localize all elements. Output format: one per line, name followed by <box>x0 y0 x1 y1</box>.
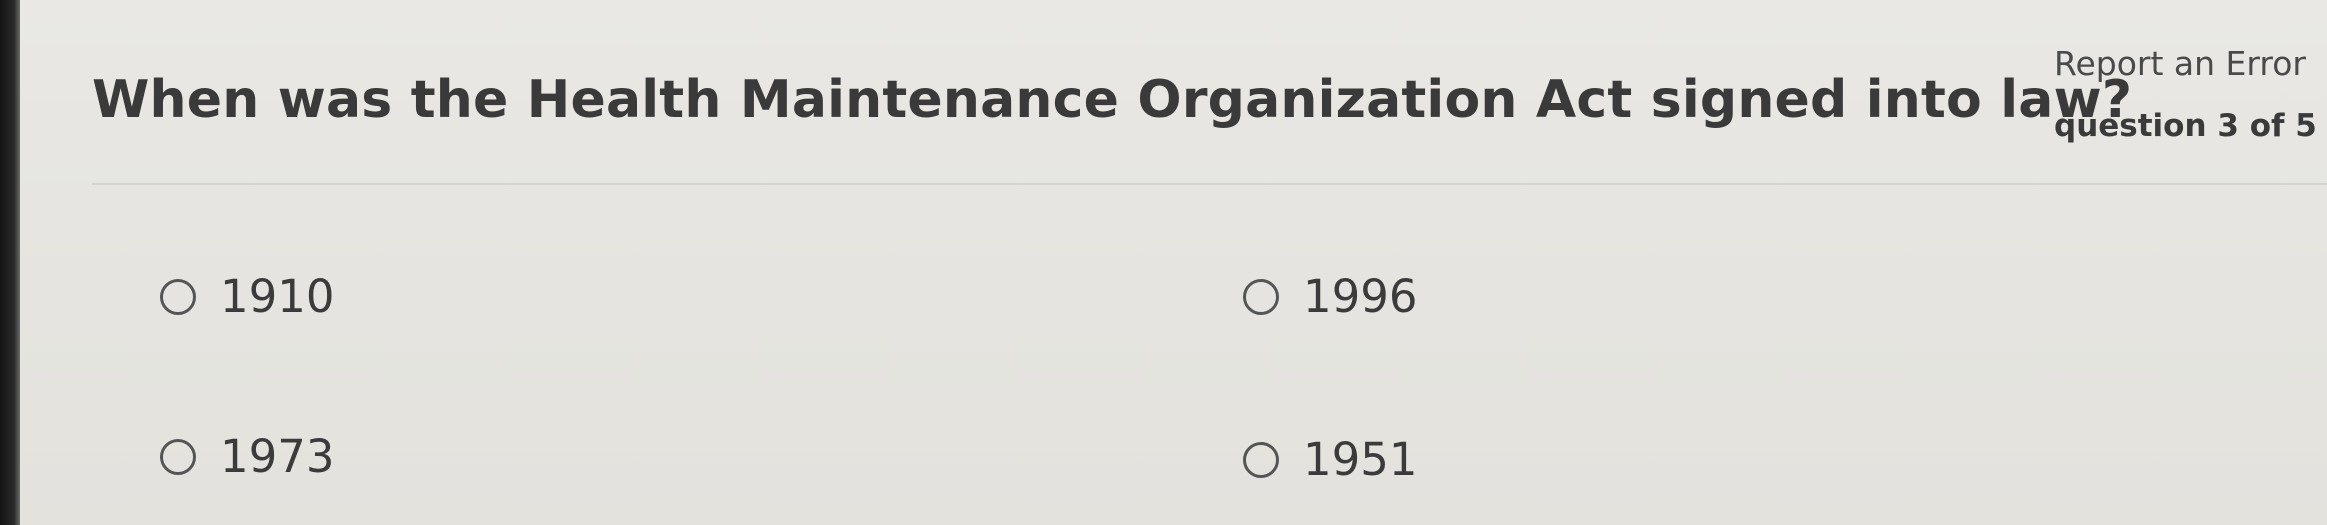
radio-button-icon[interactable] <box>160 438 196 475</box>
answer-option-1[interactable]: 1910 <box>160 270 335 323</box>
answer-option-4[interactable]: 1951 <box>1243 433 1418 486</box>
radio-button-icon[interactable] <box>160 278 196 315</box>
radio-button-icon[interactable] <box>1243 278 1279 315</box>
radio-button-icon[interactable] <box>1243 441 1279 478</box>
question-progress: question 3 of 5 <box>2054 108 2317 144</box>
question-text: When was the Health Maintenance Organiza… <box>92 70 2133 130</box>
answer-option-label: 1996 <box>1303 270 1418 323</box>
answer-option-2[interactable]: 1996 <box>1243 270 1418 323</box>
screen-bezel <box>0 0 20 525</box>
divider <box>92 183 2327 185</box>
answer-option-label: 1910 <box>220 270 335 323</box>
answer-option-3[interactable]: 1973 <box>160 430 335 483</box>
answer-option-label: 1951 <box>1303 433 1418 486</box>
report-error-link[interactable]: Report an Error <box>2054 44 2306 83</box>
answer-option-label: 1973 <box>220 430 335 483</box>
